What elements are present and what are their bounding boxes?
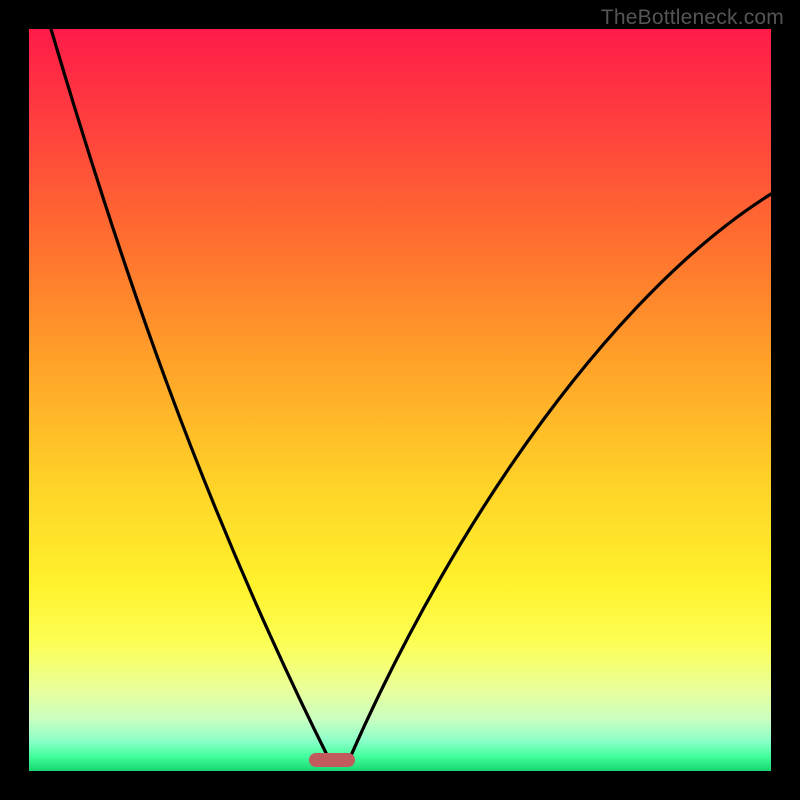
curve-left-branch bbox=[51, 29, 329, 759]
optimal-point-marker bbox=[309, 753, 355, 767]
bottleneck-curve bbox=[29, 29, 771, 771]
curve-right-branch bbox=[349, 194, 771, 760]
watermark-text: TheBottleneck.com bbox=[601, 6, 784, 30]
chart-plot-area bbox=[29, 29, 771, 771]
